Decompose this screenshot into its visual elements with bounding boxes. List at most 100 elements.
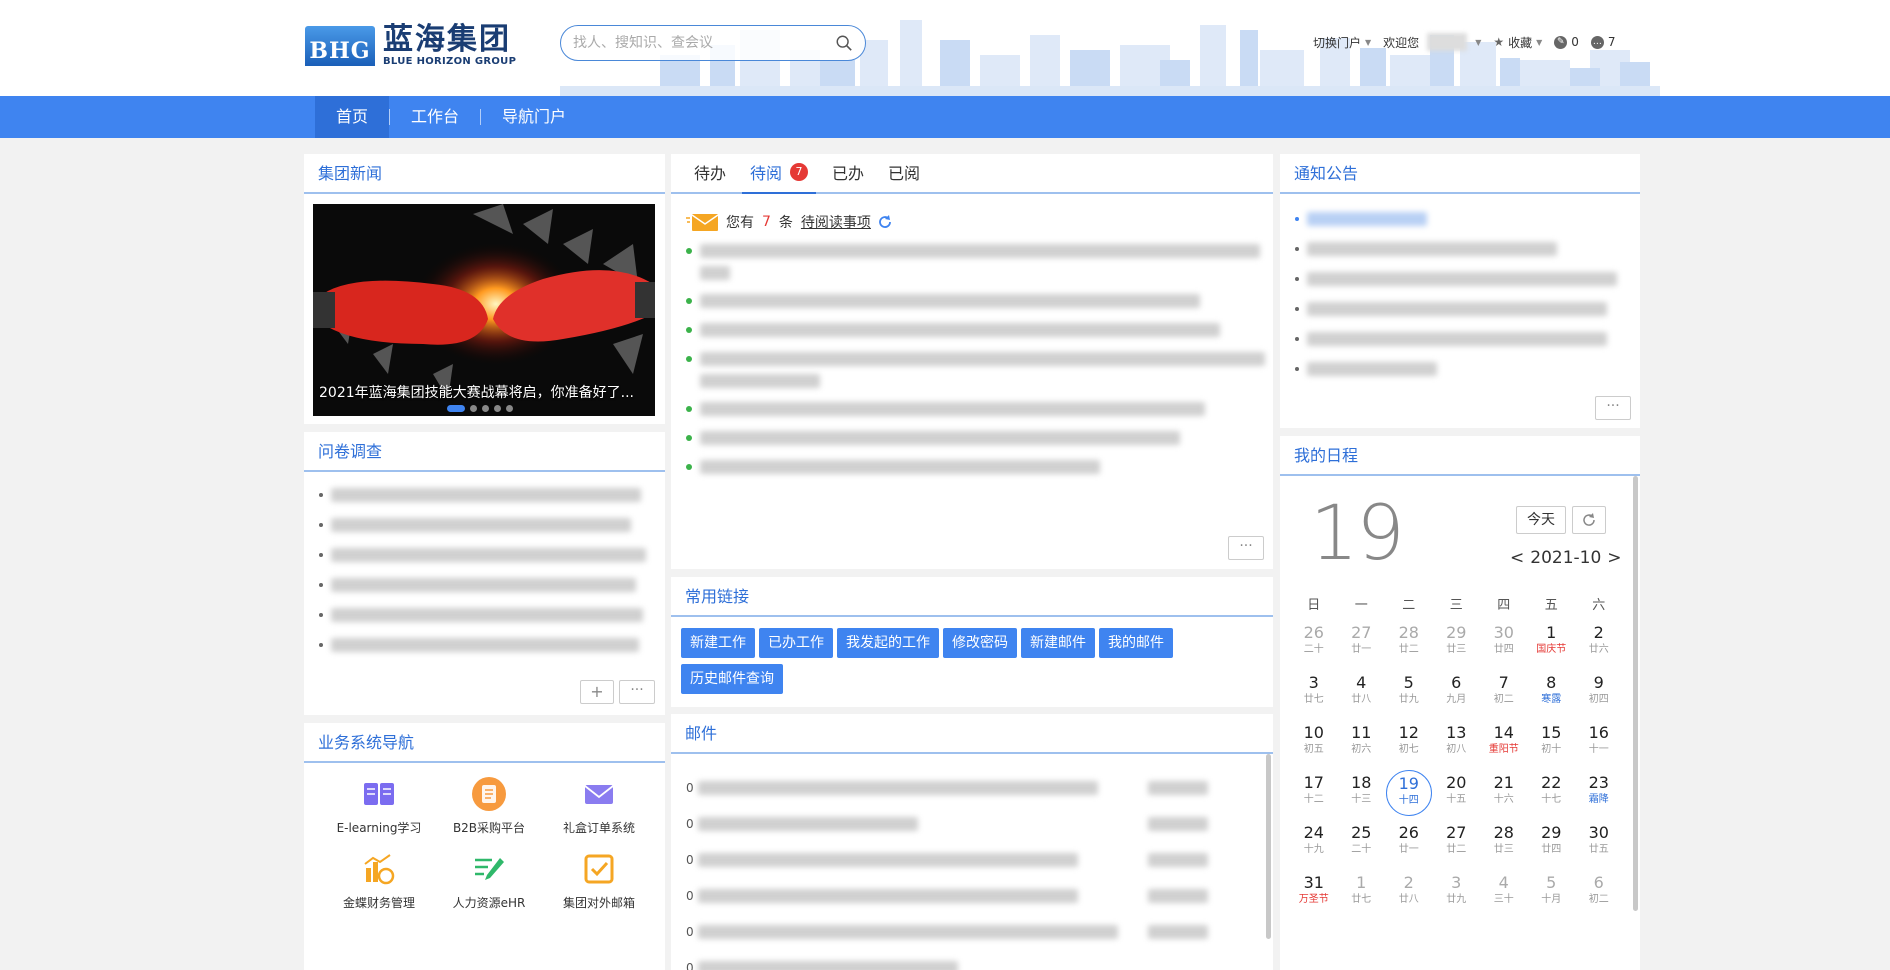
switch-portal-link[interactable]: 切换门户 <box>1313 34 1361 51</box>
calendar-day[interactable]: 26 二十 <box>1290 618 1338 668</box>
table-row[interactable]: 0 <box>686 914 1208 950</box>
link-my-initiated[interactable]: 我发起的工作 <box>837 628 939 658</box>
app-giftbox[interactable]: 礼盒订单系统 <box>544 775 654 836</box>
calendar-day[interactable]: 26 廿一 <box>1385 818 1433 868</box>
table-row[interactable]: 0 <box>686 950 1208 970</box>
list-item[interactable] <box>686 244 1265 294</box>
nav-portal[interactable]: 导航门户 <box>481 96 587 138</box>
link-change-password[interactable]: 修改密码 <box>943 628 1017 658</box>
calendar-day[interactable]: 5 廿九 <box>1385 668 1433 718</box>
nav-workbench[interactable]: 工作台 <box>390 96 480 138</box>
link-mail-history[interactable]: 历史邮件查询 <box>681 664 783 694</box>
calendar-day[interactable]: 16 十一 <box>1575 718 1623 768</box>
list-item[interactable] <box>686 352 1265 402</box>
calendar-day[interactable]: 23 霜降 <box>1575 768 1623 818</box>
calendar-day[interactable]: 15 初十 <box>1528 718 1576 768</box>
user-name-redacted[interactable] <box>1427 33 1468 51</box>
calendar-day[interactable]: 21 十六 <box>1480 768 1528 818</box>
calendar-day[interactable]: 28 廿三 <box>1480 818 1528 868</box>
list-item[interactable] <box>1295 324 1617 354</box>
calendar-day[interactable]: 4 三十 <box>1480 868 1528 918</box>
scrollbar[interactable] <box>1633 476 1638 911</box>
next-month-button[interactable]: > <box>1607 548 1621 568</box>
calendar-day[interactable]: 1 国庆节 <box>1528 618 1576 668</box>
more-button[interactable]: ··· <box>619 680 655 704</box>
more-button[interactable]: ··· <box>1595 396 1631 420</box>
list-item[interactable] <box>1295 354 1617 384</box>
calendar-day[interactable]: 12 初七 <box>1385 718 1433 768</box>
tab-to-read[interactable]: 待阅 7 <box>742 160 817 194</box>
link-done-work[interactable]: 已办工作 <box>759 628 833 658</box>
more-button[interactable]: ··· <box>1228 536 1264 560</box>
notification-icon[interactable]: ✎ <box>1554 35 1568 49</box>
calendar-day[interactable]: 25 二十 <box>1338 818 1386 868</box>
calendar-day[interactable]: 3 廿九 <box>1433 868 1481 918</box>
to-read-link[interactable]: 待阅读事项 <box>801 212 871 232</box>
calendar-day[interactable]: 11 初六 <box>1338 718 1386 768</box>
company-logo[interactable]: BHG 蓝海集团 BLUE HORIZON GROUP <box>305 24 516 67</box>
add-button[interactable]: + <box>580 680 614 704</box>
calendar-day-today[interactable]: 19 十四 <box>1385 768 1433 818</box>
calendar-day[interactable]: 10 初五 <box>1290 718 1338 768</box>
link-new-mail[interactable]: 新建邮件 <box>1021 628 1095 658</box>
news-caption[interactable]: 2021年蓝海集团技能大赛战幕将启，你准备好了... <box>319 382 634 402</box>
table-row[interactable]: 0 <box>686 842 1208 878</box>
calendar-day[interactable]: 24 十九 <box>1290 818 1338 868</box>
link-new-work[interactable]: 新建工作 <box>681 628 755 658</box>
calendar-day[interactable]: 29 廿三 <box>1433 618 1481 668</box>
today-button[interactable]: 今天 <box>1516 506 1566 534</box>
calendar-day[interactable]: 2 廿八 <box>1385 868 1433 918</box>
calendar-day[interactable]: 14 重阳节 <box>1480 718 1528 768</box>
calendar-day[interactable]: 22 十七 <box>1528 768 1576 818</box>
link-my-mail[interactable]: 我的邮件 <box>1099 628 1173 658</box>
list-item[interactable] <box>686 323 1265 352</box>
calendar-day[interactable]: 20 十五 <box>1433 768 1481 818</box>
app-elearning[interactable]: E-learning学习 <box>324 775 434 836</box>
calendar-day[interactable]: 27 廿二 <box>1433 818 1481 868</box>
carousel-dot[interactable] <box>494 405 501 412</box>
calendar-day[interactable]: 6 初二 <box>1575 868 1623 918</box>
news-carousel-image[interactable]: 2021年蓝海集团技能大赛战幕将启，你准备好了... <box>313 204 655 416</box>
carousel-dot[interactable] <box>470 405 477 412</box>
list-item[interactable] <box>319 480 646 510</box>
calendar-day[interactable]: 6 九月 <box>1433 668 1481 718</box>
calendar-day[interactable]: 31 万圣节 <box>1290 868 1338 918</box>
app-finance[interactable]: 金蝶财务管理 <box>324 850 434 911</box>
scrollbar[interactable] <box>1266 754 1271 939</box>
search-input[interactable] <box>573 35 835 51</box>
list-item[interactable] <box>686 294 1265 323</box>
calendar-refresh-button[interactable] <box>1572 506 1606 534</box>
calendar-day[interactable]: 30 廿五 <box>1575 818 1623 868</box>
refresh-icon[interactable] <box>877 214 893 230</box>
app-external-mail[interactable]: 集团对外邮箱 <box>544 850 654 911</box>
list-item[interactable] <box>319 630 646 660</box>
calendar-day[interactable]: 29 廿四 <box>1528 818 1576 868</box>
list-item[interactable] <box>686 402 1265 431</box>
message-icon[interactable]: … <box>1590 35 1604 49</box>
calendar-day[interactable]: 7 初二 <box>1480 668 1528 718</box>
list-item[interactable] <box>686 431 1265 460</box>
calendar-day[interactable]: 4 廿八 <box>1338 668 1386 718</box>
calendar-day[interactable]: 5 十月 <box>1528 868 1576 918</box>
list-item[interactable] <box>319 570 646 600</box>
search-icon[interactable] <box>835 34 853 52</box>
calendar-day[interactable]: 28 廿二 <box>1385 618 1433 668</box>
tab-done[interactable]: 已办 <box>824 160 872 192</box>
calendar-day[interactable]: 1 廿七 <box>1338 868 1386 918</box>
table-row[interactable]: 0 <box>686 770 1208 806</box>
carousel-dot[interactable] <box>506 405 513 412</box>
calendar-day[interactable]: 27 廿一 <box>1338 618 1386 668</box>
table-row[interactable]: 0 <box>686 878 1208 914</box>
table-row[interactable]: 0 <box>686 806 1208 842</box>
favorites-menu[interactable]: 收藏 <box>1508 34 1532 51</box>
list-item[interactable] <box>1295 234 1617 264</box>
calendar-day[interactable]: 13 初八 <box>1433 718 1481 768</box>
nav-home[interactable]: 首页 <box>315 96 390 138</box>
list-item[interactable] <box>1295 204 1617 234</box>
list-item[interactable] <box>1295 294 1617 324</box>
calendar-day[interactable]: 17 十二 <box>1290 768 1338 818</box>
prev-month-button[interactable]: < <box>1510 548 1524 568</box>
calendar-day[interactable]: 9 初四 <box>1575 668 1623 718</box>
app-ehr[interactable]: 人力资源eHR <box>434 850 544 911</box>
tab-todo[interactable]: 待办 <box>686 160 734 192</box>
